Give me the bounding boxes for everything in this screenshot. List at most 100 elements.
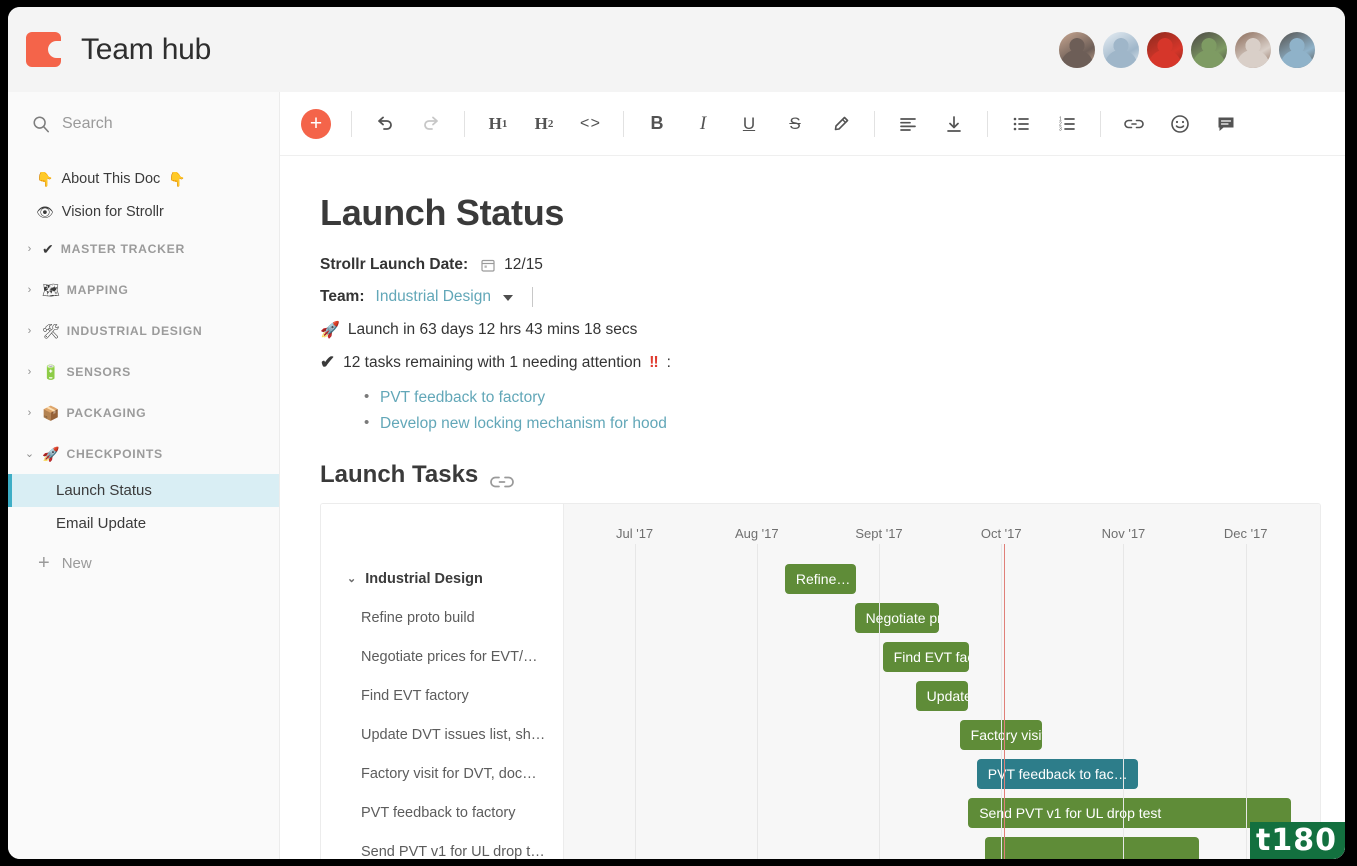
bold-icon[interactable]: B	[634, 104, 680, 144]
team-label: Team:	[320, 288, 365, 305]
gantt-bar[interactable]: Refine…	[784, 564, 856, 594]
emoji-icon[interactable]	[1157, 104, 1203, 144]
sidebar-item-email-update[interactable]: Email Update	[8, 507, 279, 540]
watermark: t180	[1250, 822, 1345, 859]
gantt-task-row[interactable]: Update DVT issues list, sh…	[321, 715, 563, 754]
align-left-icon[interactable]	[885, 104, 931, 144]
gantt-gridline	[634, 544, 636, 859]
chevron-right-icon: ›	[27, 242, 32, 255]
avatar[interactable]	[1189, 29, 1229, 70]
avatar[interactable]	[1277, 29, 1317, 70]
bulleted-list-icon[interactable]	[998, 104, 1044, 144]
toolbar-divider	[351, 110, 352, 137]
gantt-group-label: Industrial Design	[365, 570, 483, 587]
gantt-gridline	[879, 544, 880, 859]
new-page-label: New	[61, 554, 92, 572]
undo-icon[interactable]	[362, 104, 408, 144]
sidebar-section-label: PACKAGING	[66, 405, 147, 420]
gantt-chart[interactable]: ⌄ Industrial Design Refine proto build Nego…	[320, 503, 1321, 859]
avatar[interactable]	[1233, 29, 1273, 70]
rocket-icon: 🚀	[320, 322, 340, 339]
eye-icon: 👁	[36, 203, 54, 220]
gantt-timeline[interactable]: Jul '17 Aug '17 Sept '17 Oct '17 Nov '17 Dec …	[564, 504, 1320, 859]
tasks-suffix: :	[666, 353, 671, 371]
link-icon[interactable]	[1111, 104, 1157, 144]
sidebar-section-master-tracker[interactable]: › ✔ MASTER TRACKER	[8, 228, 279, 269]
launch-date-row: Strollr Launch Date: 12/15	[320, 256, 1299, 274]
sidebar-item-launch-status[interactable]: Launch Status	[8, 474, 279, 507]
attention-list: PVT feedback to factory Develop new lock…	[364, 384, 1299, 437]
search-input[interactable]	[62, 115, 255, 133]
document-scroll[interactable]: Launch Status Strollr Launch Date: 12/15…	[280, 156, 1345, 859]
sidebar-section-checkpoints[interactable]: ⌄ 🚀 CHECKPOINTS	[8, 433, 279, 474]
new-page-button[interactable]: + New	[8, 540, 279, 586]
gantt-task-row[interactable]: Negotiate prices for EVT/…	[321, 637, 563, 676]
underline-icon[interactable]: U	[726, 104, 772, 144]
italic-icon[interactable]: I	[680, 104, 726, 144]
list-item[interactable]: PVT feedback to factory	[364, 384, 1299, 411]
list-item[interactable]: Develop new locking mechanism for hood	[364, 410, 1299, 437]
gantt-timeline-header: Jul '17 Aug '17 Sept '17 Oct '17 Nov '17 Dec …	[564, 504, 1320, 559]
app-window: Team hub 👇 About This Doc 👇 👁 Vi	[8, 7, 1345, 859]
avatar-group	[1057, 29, 1317, 70]
app-title: Team hub	[81, 32, 212, 66]
gantt-today-marker	[1003, 544, 1006, 859]
gantt-task-row[interactable]: Factory visit for DVT, doc…	[321, 754, 563, 793]
team-row: Team: Industrial Design	[320, 287, 1299, 307]
gantt-group-header[interactable]: ⌄ Industrial Design	[321, 559, 563, 598]
heading-1-icon[interactable]: H1	[475, 104, 521, 144]
heading-2-icon[interactable]: H2	[521, 104, 567, 144]
app-logo-icon	[26, 32, 61, 67]
numbered-list-icon[interactable]: 123	[1044, 104, 1090, 144]
sidebar-section-sensors[interactable]: › 🔋 SENSORS	[8, 351, 279, 392]
redo-icon[interactable]	[408, 104, 454, 144]
gantt-bar[interactable]: Send PVT v1 for UL drop test	[968, 798, 1291, 828]
team-value[interactable]: Industrial Design	[376, 288, 491, 306]
gantt-gridline	[1245, 544, 1247, 859]
gantt-bar[interactable]	[985, 837, 1200, 859]
gantt-task-row[interactable]: Find EVT factory	[321, 676, 563, 715]
gantt-month-label: Oct '17	[980, 526, 1022, 541]
gantt-bar[interactable]: Negotiate prices…	[854, 603, 939, 633]
code-block-icon[interactable]: < >	[567, 104, 613, 144]
sidebar-item-about-this-doc[interactable]: 👇 About This Doc 👇	[8, 162, 279, 195]
gantt-task-row[interactable]: Refine proto build	[321, 598, 563, 637]
avatar[interactable]	[1057, 29, 1097, 70]
body: 👇 About This Doc 👇 👁 Vision for Strollr …	[8, 92, 1345, 859]
link-icon[interactable]	[490, 468, 515, 488]
battery-icon: 🔋	[42, 363, 60, 380]
toolbar-divider	[464, 110, 465, 137]
avatar[interactable]	[1101, 29, 1141, 70]
add-block-button[interactable]: +	[301, 108, 331, 139]
avatar-face	[1103, 31, 1139, 68]
comment-icon[interactable]	[1203, 104, 1249, 144]
gantt-bar[interactable]: Find EVT factory	[882, 642, 970, 672]
gantt-gridline	[1123, 544, 1125, 859]
tasks-remaining-text: 12 tasks remaining with 1 needing attent…	[343, 353, 642, 371]
main-area: + H1 H2 < > B I U S 1 2 3 Launch Status …	[280, 92, 1345, 859]
gantt-bar[interactable]: Update…	[915, 681, 969, 711]
search-icon	[32, 115, 50, 133]
avatar[interactable]	[1145, 29, 1185, 70]
pointing-down-icon-2: 👇	[168, 170, 186, 187]
sidebar: 👇 About This Doc 👇 👁 Vision for Strollr …	[8, 92, 280, 859]
chevron-down-icon[interactable]	[502, 295, 513, 301]
sidebar-item-vision-for-strollr[interactable]: 👁 Vision for Strollr	[8, 195, 279, 228]
gantt-task-row[interactable]: PVT feedback to factory	[321, 793, 563, 832]
tasks-remaining-row: ✔ 12 tasks remaining with 1 needing atte…	[320, 352, 1299, 373]
document-page: Launch Status Strollr Launch Date: 12/15…	[280, 156, 1345, 859]
chevron-right-icon: ›	[27, 365, 32, 378]
indent-icon[interactable]	[931, 104, 977, 144]
launch-date-value[interactable]: 12/15	[504, 256, 543, 274]
search-row[interactable]	[8, 92, 279, 156]
gantt-task-row[interactable]: Send PVT v1 for UL drop t…	[321, 832, 563, 860]
toolbar-divider	[874, 110, 875, 137]
strikethrough-icon[interactable]: S	[772, 104, 818, 144]
sidebar-section-packaging[interactable]: › 📦 PACKAGING	[8, 392, 279, 433]
brand[interactable]: Team hub	[26, 32, 211, 67]
highlighter-icon[interactable]	[818, 104, 864, 144]
section-title-label: Launch Tasks	[320, 461, 479, 488]
sidebar-section-industrial-design[interactable]: › 🛠 INDUSTRIAL DESIGN	[8, 310, 279, 351]
sidebar-section-mapping[interactable]: › 🗺 MAPPING	[8, 269, 279, 310]
avatar-face	[1059, 31, 1095, 68]
